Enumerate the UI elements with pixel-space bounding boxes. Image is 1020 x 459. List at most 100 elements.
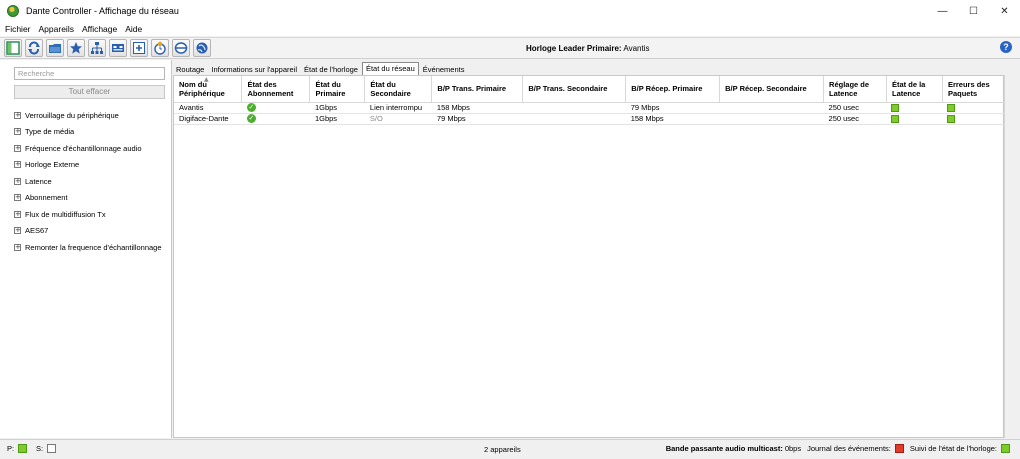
filter-item-subscription[interactable]: + Abonnement	[14, 190, 162, 207]
status-bar: P: S: 2 appareils Bande passante audio m…	[0, 439, 1020, 459]
clock-tracking-icon[interactable]	[1001, 444, 1010, 453]
dante-logo-icon	[7, 5, 19, 17]
vertical-scrollbar[interactable]	[1004, 75, 1020, 438]
multicast-value: 0bps	[784, 444, 802, 453]
menu-bar: Fichier Appareils Affichage Aide	[0, 22, 1020, 36]
window-controls: — ☐ ✕	[927, 0, 1020, 22]
column-header-packet-errors[interactable]: Erreurs des Paquets	[942, 76, 1006, 103]
column-header-rx-primary[interactable]: B/P Récep. Primaire	[625, 76, 721, 103]
subscription-status: ✓	[241, 102, 310, 114]
close-button[interactable]: ✕	[989, 0, 1020, 22]
panel-toggle-button[interactable]	[4, 39, 22, 57]
filter-item-label: Verrouillage du périphérique	[25, 110, 119, 120]
tab-network-status[interactable]: État du réseau	[361, 62, 419, 75]
maximize-button[interactable]: ☐	[958, 0, 989, 22]
refresh-icon	[28, 41, 40, 55]
star-icon	[70, 42, 82, 54]
column-header-primary-status[interactable]: État du Primaire	[309, 76, 366, 103]
menu-affichage[interactable]: Affichage	[82, 24, 117, 34]
primary-leader-clock: Horloge Leader Primaire: Avantis	[526, 44, 649, 53]
filter-item-device-lock[interactable]: + Verrouillage du périphérique	[14, 107, 162, 124]
search-input[interactable]: Recherche	[14, 67, 165, 80]
favorites-button[interactable]	[67, 39, 85, 57]
add-device-button[interactable]	[130, 39, 148, 57]
folder-icon	[49, 44, 61, 53]
device-name: Avantis	[174, 102, 242, 114]
expand-icon[interactable]: +	[14, 243, 21, 251]
expand-icon[interactable]: +	[14, 161, 21, 169]
leader-value: Avantis	[623, 44, 650, 53]
tab-device-info[interactable]: Informations sur l'appareil	[208, 64, 300, 75]
help-icon[interactable]: ?	[1000, 41, 1012, 53]
filter-item-label: Latence	[25, 176, 52, 186]
rx-secondary	[719, 113, 824, 125]
filter-item-sample-rate-pullup[interactable]: + Remonter la frequence d'échantillonnage	[14, 239, 162, 256]
tx-secondary	[522, 113, 626, 125]
column-header-latency-setting[interactable]: Réglage de Latence	[823, 76, 887, 103]
table-row[interactable]: Avantis ✓ 1Gbps Lien interrompu 158 Mbps…	[174, 102, 1005, 114]
expand-icon[interactable]: +	[14, 194, 21, 202]
secondary-status-icon	[47, 444, 57, 453]
status-right: Bande passante audio multicast: 0bps Jou…	[666, 444, 1010, 453]
tab-routing[interactable]: Routage	[173, 64, 207, 75]
expand-icon[interactable]: +	[14, 227, 21, 235]
network-icon	[91, 42, 103, 54]
subscription-button[interactable]	[172, 39, 190, 57]
tx-secondary	[522, 102, 626, 114]
filter-panel: Recherche Tout effacer + Verrouillage du …	[0, 60, 172, 438]
tab-clock-status[interactable]: État de l'horloge	[301, 64, 361, 75]
add-icon	[133, 42, 145, 54]
filter-item-latency[interactable]: + Latence	[14, 173, 162, 190]
refresh-button[interactable]	[25, 39, 43, 57]
filter-item-aes67[interactable]: + AES67	[14, 223, 162, 240]
open-button[interactable]	[46, 39, 64, 57]
rx-primary: 158 Mbps	[625, 113, 720, 125]
device-view-button[interactable]	[109, 39, 127, 57]
secondary-status: S/O	[364, 113, 432, 125]
web-button[interactable]	[193, 39, 211, 57]
clear-all-button[interactable]: Tout effacer	[14, 85, 165, 99]
subscription-status: ✓	[241, 113, 310, 125]
menu-aide[interactable]: Aide	[125, 24, 142, 34]
column-header-device-name[interactable]: ▲ Nom du Périphérique	[174, 76, 243, 103]
filter-item-external-clock[interactable]: + Horloge Externe	[14, 157, 162, 174]
filter-item-label: Fréquence d'échantillonnage audio	[25, 143, 142, 153]
minimize-button[interactable]: —	[927, 0, 958, 22]
network-view-button[interactable]	[88, 39, 106, 57]
expand-icon[interactable]: +	[14, 144, 21, 152]
table-row[interactable]: Digiface-Dante ✓ 1Gbps S/O 79 Mbps 158 M…	[174, 113, 1005, 125]
menu-fichier[interactable]: Fichier	[5, 24, 31, 34]
column-header-tx-primary[interactable]: B/P Trans. Primaire	[431, 76, 524, 103]
column-header-subscription[interactable]: État des Abonnement	[241, 76, 311, 103]
packet-errors	[942, 113, 1005, 125]
column-header-secondary-status[interactable]: État du Secondaire	[364, 76, 433, 103]
column-header-latency-status[interactable]: État de la Latence	[886, 76, 943, 103]
menu-appareils[interactable]: Appareils	[39, 24, 74, 34]
expand-icon[interactable]: +	[14, 177, 21, 185]
events-log-icon[interactable]	[894, 444, 904, 453]
panel-icon	[6, 41, 20, 55]
filter-item-label: Horloge Externe	[25, 160, 80, 170]
column-header-tx-secondary[interactable]: B/P Trans. Secondaire	[522, 76, 627, 103]
clock-tracking-label: Suivi de l'état de l'horloge:	[909, 444, 997, 453]
clock-status-button[interactable]	[151, 39, 169, 57]
secondary-status-indicator: S:	[36, 444, 57, 453]
expand-icon[interactable]: +	[14, 111, 21, 119]
filter-item-multicast-tx[interactable]: + Flux de multidiffusion Tx	[14, 206, 162, 223]
tx-primary: 79 Mbps	[431, 113, 523, 125]
green-status-icon	[947, 114, 956, 123]
check-ok-icon: ✓	[246, 103, 256, 113]
tab-events[interactable]: Événements	[420, 64, 468, 75]
green-status-icon	[891, 103, 900, 112]
green-status-icon	[947, 103, 956, 112]
filter-item-label: Type de média	[25, 127, 75, 137]
filter-item-label: Flux de multidiffusion Tx	[25, 209, 106, 219]
tx-primary: 158 Mbps	[431, 102, 523, 114]
filter-item-label: Remonter la frequence d'échantillonnage	[25, 242, 162, 252]
filter-item-sample-rate[interactable]: + Fréquence d'échantillonnage audio	[14, 140, 162, 157]
filter-item-media-type[interactable]: + Type de média	[14, 124, 162, 141]
secondary-label: S:	[36, 444, 44, 453]
expand-icon[interactable]: +	[14, 128, 21, 136]
column-header-rx-secondary[interactable]: B/P Récep. Secondaire	[719, 76, 825, 103]
expand-icon[interactable]: +	[14, 210, 21, 218]
